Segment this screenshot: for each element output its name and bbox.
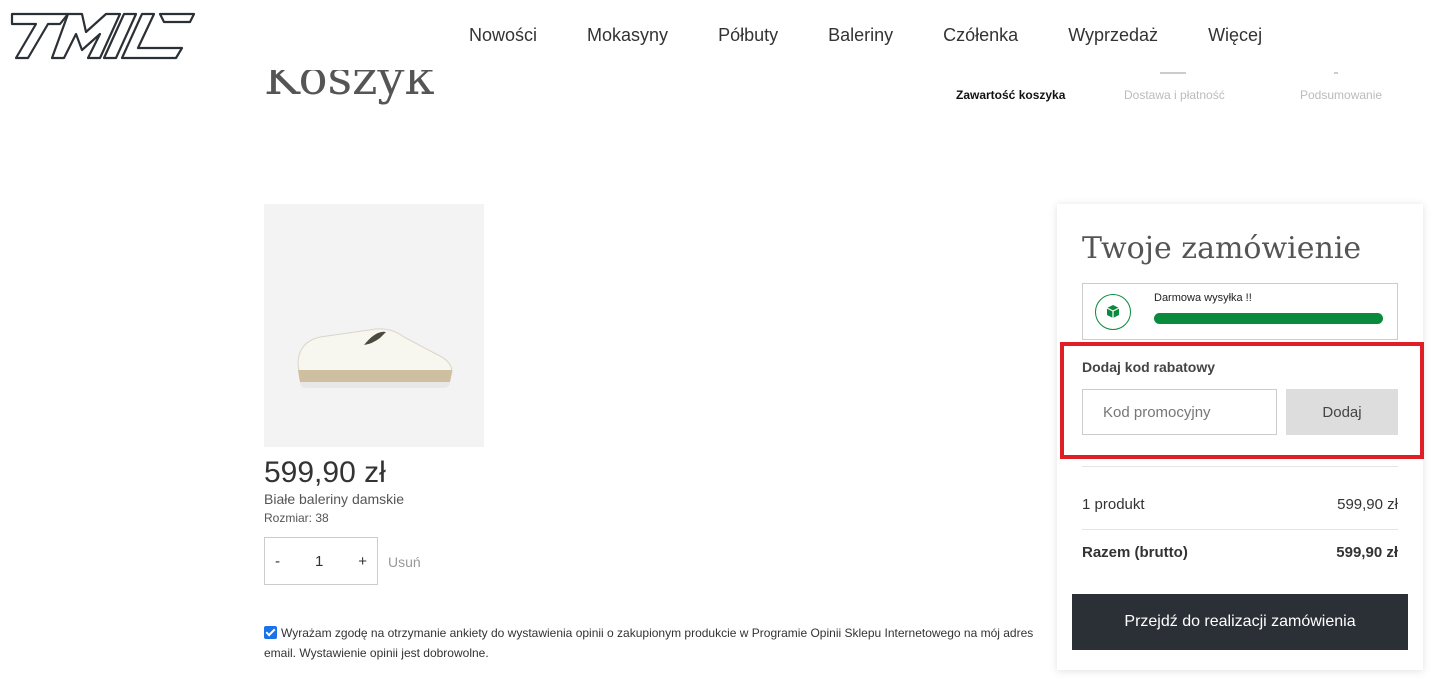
consent-text: Wyrażam zgodę na otrzymanie ankiety do w… (264, 626, 1034, 660)
total-label: Razem (brutto) (1082, 544, 1188, 561)
step-indicator (1160, 72, 1186, 74)
survey-consent: Wyrażam zgodę na otrzymanie ankiety do w… (264, 623, 1034, 663)
quantity-stepper: - 1 + (264, 537, 378, 585)
increase-quantity-button[interactable]: + (358, 553, 367, 570)
order-summary-panel: Twoje zamówienie Darmowa wysyłka !! Doda… (1057, 204, 1424, 670)
discount-title: Dodaj kod rabatowy (1082, 359, 1216, 375)
step-summary: Podsumowanie (1300, 88, 1383, 102)
decrease-quantity-button[interactable]: - (275, 553, 280, 570)
nav-item-nowosci[interactable]: Nowości (444, 22, 562, 48)
product-size: Rozmiar: 38 (264, 511, 329, 525)
free-shipping-label: Darmowa wysyłka !! (1154, 292, 1252, 304)
product-name[interactable]: Białe baleriny damskie (264, 491, 404, 507)
step-indicator (1334, 72, 1338, 74)
summary-label: 1 produkt (1082, 496, 1145, 513)
nav-item-wiecej[interactable]: Więcej (1183, 22, 1287, 48)
free-shipping-box: Darmowa wysyłka !! (1082, 283, 1398, 340)
proceed-to-checkout-button[interactable]: Przejdź do realizacji zamówienia (1072, 594, 1408, 650)
nav-item-baleriny[interactable]: Baleriny (803, 22, 918, 48)
order-title: Twoje zamówienie (1082, 231, 1362, 266)
product-image[interactable] (264, 204, 484, 447)
nav-item-czolenka[interactable]: Czółenka (918, 22, 1043, 48)
logo[interactable] (10, 12, 196, 60)
package-icon (1095, 294, 1131, 330)
product-price: 599,90 zł (264, 456, 386, 489)
total-value: 599,90 zł (1336, 544, 1398, 561)
shoe-image (297, 328, 453, 388)
free-shipping-progress (1154, 313, 1383, 324)
nav-item-mokasyny[interactable]: Mokasyny (562, 22, 693, 48)
promo-code-input[interactable] (1082, 389, 1277, 435)
step-delivery-payment: Dostawa i płatność (1124, 88, 1225, 102)
summary-value: 599,90 zł (1337, 496, 1398, 513)
consent-checkbox[interactable] (264, 626, 277, 639)
step-cart-contents: Zawartość koszyka (956, 88, 1066, 102)
summary-row-products: 1 produkt 599,90 zł (1082, 496, 1398, 513)
apply-promo-button[interactable]: Dodaj (1286, 389, 1398, 435)
divider (1082, 466, 1398, 467)
nav-item-wyprzedaz[interactable]: Wyprzedaż (1043, 22, 1183, 48)
remove-item-link[interactable]: Usuń (388, 554, 421, 570)
main-nav: Nowości Mokasyny Półbuty Baleriny Czółen… (444, 22, 1287, 48)
site-header: Nowości Mokasyny Półbuty Baleriny Czółen… (0, 0, 1432, 70)
summary-row-total: Razem (brutto) 599,90 zł (1082, 544, 1398, 561)
quantity-value[interactable]: 1 (315, 553, 323, 570)
logo-icon (10, 12, 196, 60)
nav-item-polbuty[interactable]: Półbuty (693, 22, 803, 48)
divider (1082, 529, 1398, 530)
